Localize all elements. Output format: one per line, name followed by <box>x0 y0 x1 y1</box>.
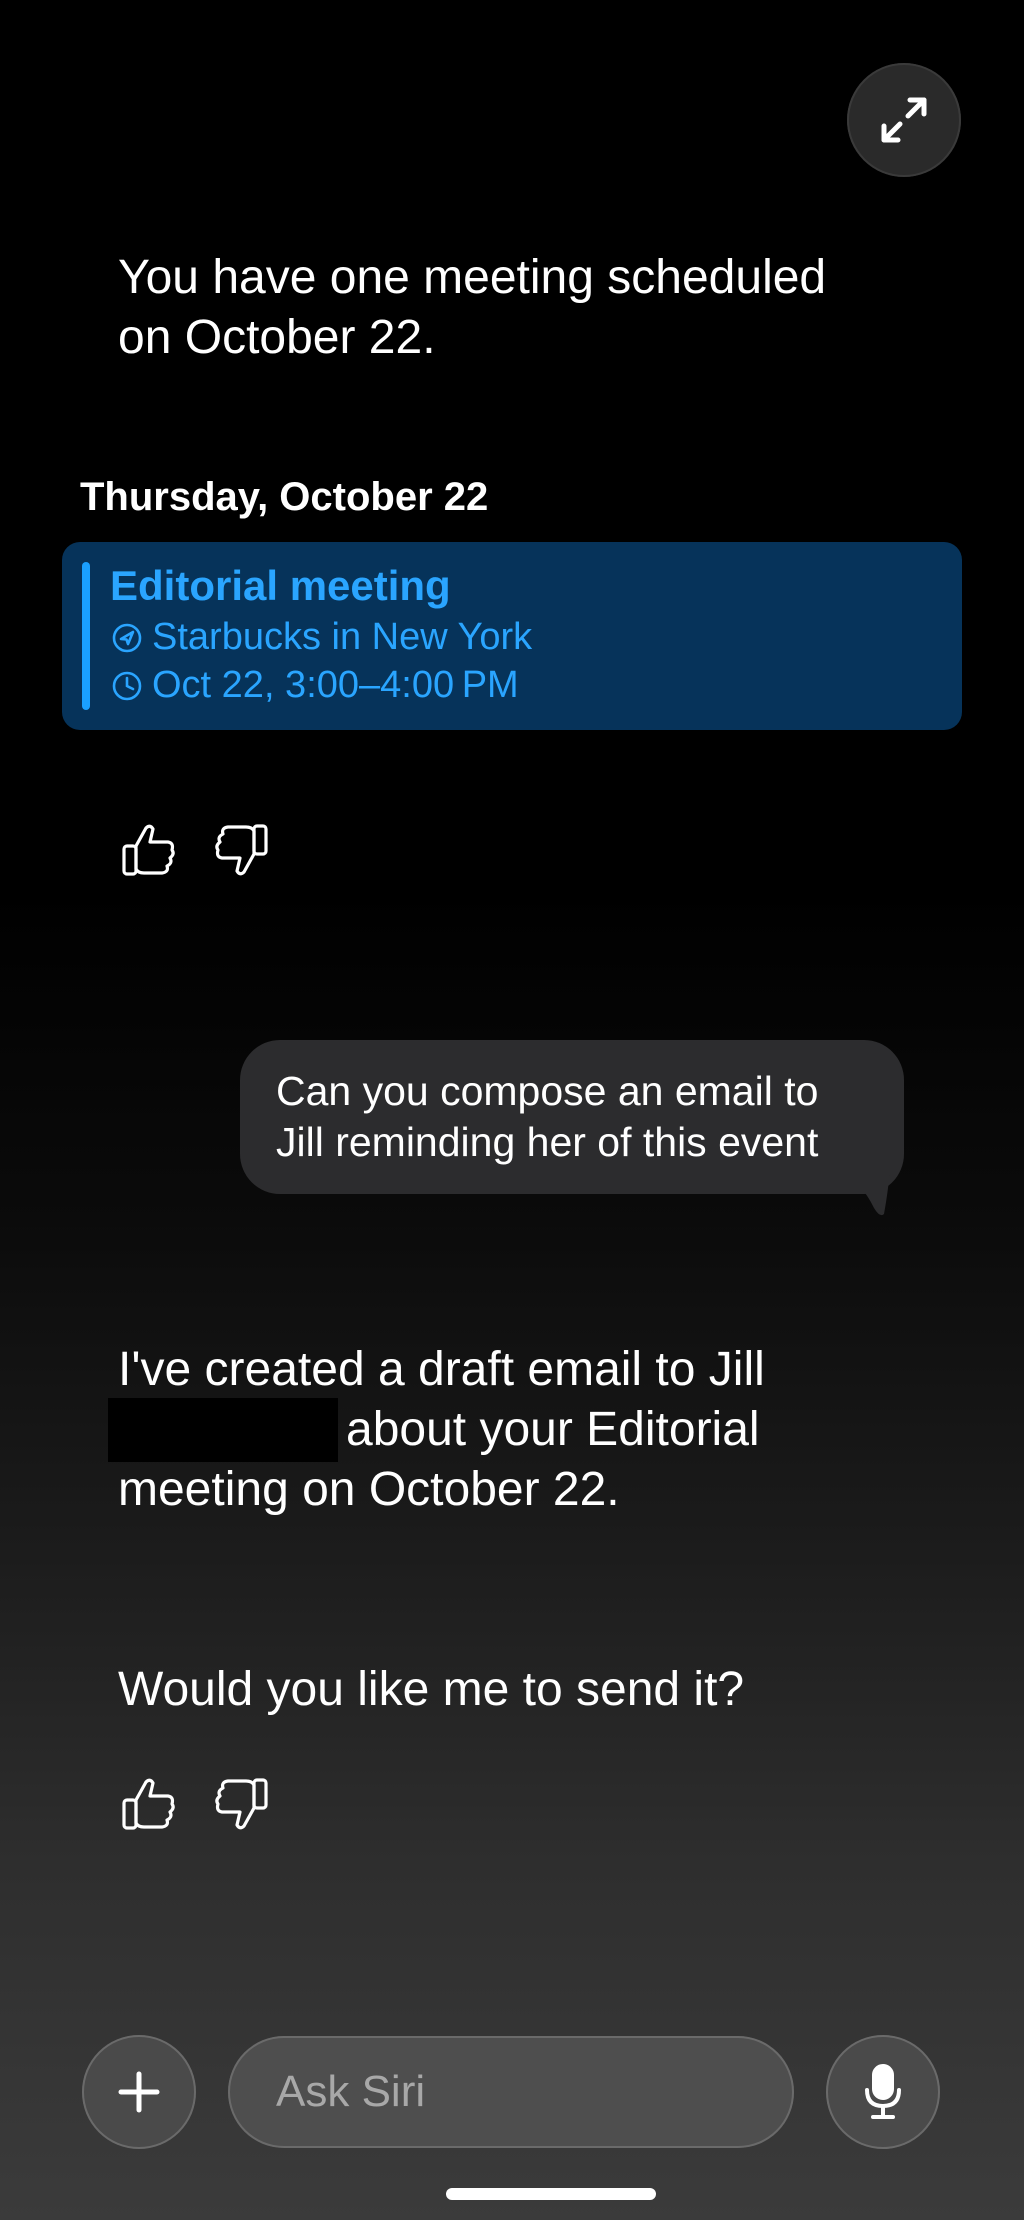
arrows-expand-icon <box>881 97 927 143</box>
home-indicator[interactable] <box>446 2188 656 2200</box>
assistant-reply-line-3: meeting on October 22. <box>118 1463 620 1516</box>
calendar-event-card[interactable]: Editorial meeting Starbucks in New York … <box>62 542 962 730</box>
event-location-row: Starbucks in New York <box>110 616 532 659</box>
bubble-tail <box>860 1170 890 1216</box>
location-icon <box>112 623 142 652</box>
microphone-icon <box>865 2064 901 2119</box>
microphone-button[interactable] <box>826 2035 940 2149</box>
thumbs-down-button[interactable] <box>210 1772 272 1836</box>
assistant-message-intro: You have one meeting scheduled on Octobe… <box>118 251 827 364</box>
feedback-row-1 <box>118 818 272 882</box>
event-title: Editorial meeting <box>110 562 451 609</box>
event-accent-bar <box>82 562 90 710</box>
assistant-reply-line-2: about your Editorial <box>346 1403 760 1456</box>
thumbs-up-button[interactable] <box>118 1772 180 1836</box>
ask-siri-input[interactable] <box>228 2036 794 2148</box>
assistant-question: Would you like me to send it? <box>118 1663 745 1716</box>
event-date-header: Thursday, October 22 <box>80 475 489 519</box>
plus-icon <box>118 2071 160 2113</box>
assistant-reply-line-1: I've created a draft email to Jill <box>118 1343 765 1396</box>
thumbs-down-icon <box>215 824 268 876</box>
feedback-row-2 <box>118 1772 272 1836</box>
clock-icon <box>112 671 142 700</box>
thumbs-up-button[interactable] <box>118 818 180 882</box>
expand-button[interactable] <box>847 63 961 177</box>
thumbs-down-button[interactable] <box>210 818 272 882</box>
event-location: Starbucks in New York <box>152 616 533 658</box>
add-button[interactable] <box>82 2035 196 2149</box>
thumbs-up-icon <box>122 1778 175 1830</box>
redacted-text <box>108 1398 338 1462</box>
thumbs-up-icon <box>122 824 175 876</box>
thumbs-down-icon <box>215 1778 268 1830</box>
user-message-bubble: Can you compose an email to Jill remindi… <box>240 1040 904 1194</box>
user-message-text: Can you compose an email to Jill remindi… <box>276 1068 819 1165</box>
event-time: Oct 22, 3:00–4:00 PM <box>152 664 519 706</box>
event-time-row: Oct 22, 3:00–4:00 PM <box>110 664 519 707</box>
